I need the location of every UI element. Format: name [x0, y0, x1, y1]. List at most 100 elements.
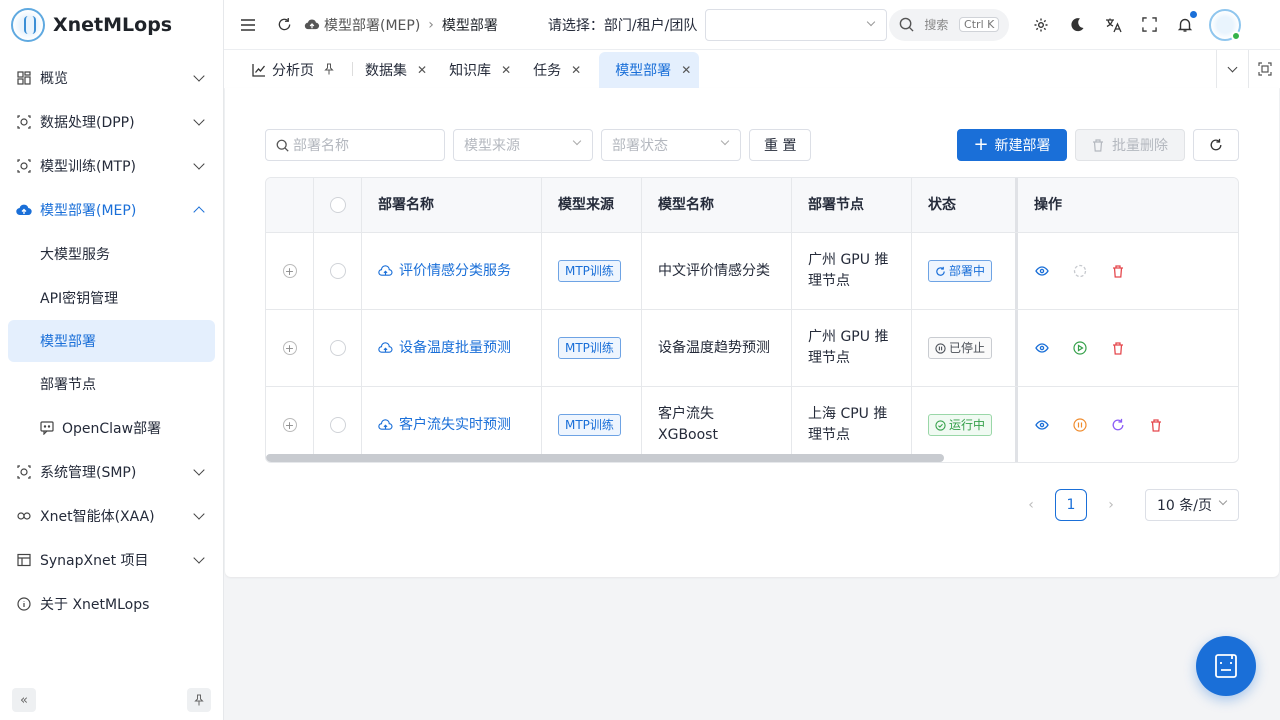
- settings-button[interactable]: [1029, 13, 1053, 37]
- tab-dataset[interactable]: 数据集 ✕: [361, 52, 437, 88]
- close-icon[interactable]: ✕: [571, 63, 581, 77]
- sidebar-subitem-model-deploy[interactable]: 模型部署: [8, 320, 215, 362]
- refresh-table-button[interactable]: [1193, 129, 1239, 161]
- tab-analysis[interactable]: 分析页: [248, 52, 344, 88]
- tab-tasks[interactable]: 任务 ✕: [529, 52, 591, 88]
- name-search-input[interactable]: 部署名称: [265, 129, 445, 161]
- sidebar-subitem-llm-service[interactable]: 大模型服务: [0, 232, 223, 276]
- tab-model-deploy[interactable]: 模型部署 ✕: [599, 52, 700, 88]
- search-icon: [276, 139, 289, 152]
- column-header[interactable]: 部署名称: [362, 178, 542, 232]
- column-header[interactable]: 模型名称: [642, 178, 792, 232]
- status-cell: 部署中: [912, 233, 1018, 309]
- row-checkbox[interactable]: [329, 417, 346, 433]
- view-icon[interactable]: [1034, 263, 1050, 279]
- theme-toggle-button[interactable]: [1065, 13, 1089, 37]
- source-cell: MTP训练: [542, 233, 642, 309]
- org-selector[interactable]: [705, 8, 888, 41]
- column-header[interactable]: 状态: [912, 178, 1018, 232]
- column-header[interactable]: 部署节点: [792, 178, 912, 232]
- sidebar-item-xaa[interactable]: Xnet智能体(XAA): [0, 494, 223, 538]
- expand-row-icon[interactable]: +: [282, 341, 297, 355]
- model-name-cell: 客户流失 XGBoost: [642, 387, 792, 462]
- status-text: 运行中: [949, 417, 986, 432]
- deployment-name-link[interactable]: 设备温度批量预测: [378, 338, 511, 359]
- chevron-down-icon: [193, 508, 205, 520]
- row-checkbox[interactable]: [329, 263, 346, 279]
- close-icon[interactable]: ✕: [417, 63, 427, 77]
- sidebar-item-dpp[interactable]: 数据处理(DPP): [0, 100, 223, 144]
- tabs-menu-button[interactable]: [1216, 50, 1248, 88]
- close-icon[interactable]: ✕: [501, 63, 511, 77]
- global-search[interactable]: 搜索 Ctrl K: [889, 8, 1010, 41]
- maximize-content-button[interactable]: [1248, 50, 1280, 88]
- pause-icon[interactable]: [1072, 417, 1088, 433]
- logo-icon: [11, 8, 45, 42]
- view-icon[interactable]: [1034, 340, 1050, 356]
- deployment-table: 部署名称 模型来源 模型名称 部署节点 状态 操作 + 评价情感分类服务 MTP…: [265, 177, 1239, 463]
- language-button[interactable]: [1101, 13, 1125, 37]
- column-header[interactable]: 模型来源: [542, 178, 642, 232]
- deploy-status-select[interactable]: 部署状态: [601, 129, 741, 161]
- deployment-name-link[interactable]: 评价情感分类服务: [378, 261, 511, 282]
- node-cell: 广州 GPU 推理节点: [792, 233, 912, 309]
- sidebar-item-mep[interactable]: 模型部署(MEP): [0, 188, 223, 232]
- button-label: 批量删除: [1112, 138, 1168, 154]
- batch-delete-button[interactable]: 批量删除: [1075, 129, 1185, 161]
- play-icon[interactable]: [1072, 340, 1088, 356]
- expand-row-icon[interactable]: +: [282, 418, 297, 432]
- status-badge: 运行中: [928, 414, 993, 436]
- avatar[interactable]: [1209, 8, 1242, 41]
- search-shortcut: Ctrl K: [959, 17, 1000, 32]
- pin-icon[interactable]: [324, 63, 334, 78]
- chevron-down-icon: [193, 158, 205, 170]
- sidebar-subitem-openclaw[interactable]: OpenClaw部署: [0, 406, 223, 450]
- fullscreen-button[interactable]: [1137, 13, 1161, 37]
- breadcrumb-item[interactable]: 模型部署(MEP): [324, 15, 420, 35]
- reset-button[interactable]: 重 置: [749, 129, 812, 161]
- stopped-icon: [935, 342, 946, 354]
- delete-icon[interactable]: [1148, 417, 1164, 433]
- sidebar-subitem-deploy-nodes[interactable]: 部署节点: [0, 362, 223, 406]
- node-cell: 上海 CPU 推理节点: [792, 387, 912, 462]
- page-size-select[interactable]: 10 条/页: [1145, 489, 1239, 521]
- create-deployment-button[interactable]: + 新建部署: [957, 129, 1067, 161]
- header-actions: [1029, 10, 1198, 37]
- sidebar-item-about[interactable]: 关于 XnetMLops: [0, 582, 223, 626]
- delete-icon[interactable]: [1110, 340, 1126, 356]
- tab-knowledge-base[interactable]: 知识库 ✕: [445, 52, 521, 88]
- deployment-name-link[interactable]: 客户流失实时预测: [378, 415, 511, 436]
- actions-cell: [1018, 310, 1238, 386]
- close-icon[interactable]: ✕: [681, 63, 691, 77]
- deployment-name-cell: 评价情感分类服务: [362, 233, 542, 309]
- select-all-checkbox[interactable]: [329, 197, 346, 213]
- page-number-button[interactable]: 1: [1055, 489, 1087, 521]
- restart-icon[interactable]: [1110, 417, 1126, 433]
- top-header: 模型部署(MEP) › 模型部署 请选择：部门/租户/团队 搜索 Ctrl K: [224, 0, 1280, 50]
- next-page-button[interactable]: ›: [1095, 489, 1127, 521]
- sidebar-item-label: SynapXnet 项目: [40, 553, 149, 569]
- sidebar-item-mtp[interactable]: 模型训练(MTP): [0, 144, 223, 188]
- view-icon[interactable]: [1034, 417, 1050, 433]
- collapse-sidebar-button[interactable]: «: [12, 688, 36, 712]
- sidebar-item-label: Xnet智能体(XAA): [40, 509, 155, 525]
- sidebar-item-smp[interactable]: 系统管理(SMP): [0, 450, 223, 494]
- status-badge: 部署中: [928, 260, 993, 282]
- refresh-button[interactable]: [272, 13, 296, 37]
- app-logo[interactable]: XnetMLops: [0, 0, 223, 50]
- delete-icon[interactable]: [1110, 263, 1126, 279]
- sidebar-item-overview[interactable]: 概览: [0, 56, 223, 100]
- horizontal-scrollbar[interactable]: [266, 454, 944, 462]
- prev-page-button[interactable]: ‹: [1015, 489, 1047, 521]
- sidebar-subitem-api-keys[interactable]: API密钥管理: [0, 276, 223, 320]
- assistant-fab-button[interactable]: [1196, 636, 1256, 696]
- sidebar-item-synapxnet[interactable]: SynapXnet 项目: [0, 538, 223, 582]
- pin-sidebar-button[interactable]: [187, 688, 211, 712]
- row-checkbox[interactable]: [329, 340, 346, 356]
- model-source-select[interactable]: 模型来源: [453, 129, 593, 161]
- sidebar-item-label: OpenClaw部署: [62, 421, 162, 437]
- menu-toggle-button[interactable]: [236, 13, 260, 37]
- pagination: ‹ 1 › 10 条/页: [1015, 489, 1239, 521]
- notifications-button[interactable]: [1173, 10, 1198, 37]
- expand-row-icon[interactable]: +: [282, 264, 297, 278]
